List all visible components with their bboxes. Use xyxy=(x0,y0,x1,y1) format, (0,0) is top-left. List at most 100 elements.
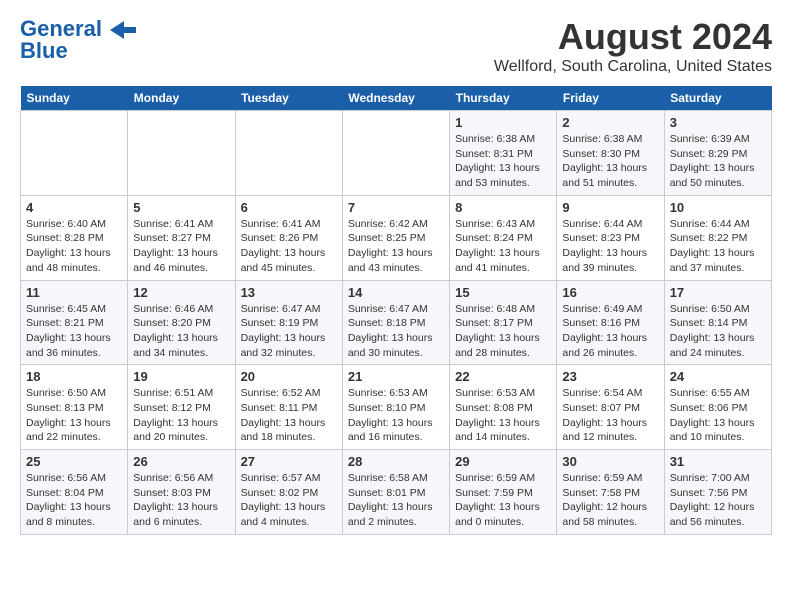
subtitle: Wellford, South Carolina, United States xyxy=(494,58,772,76)
day-info: Sunrise: 6:47 AM Sunset: 8:19 PM Dayligh… xyxy=(241,302,337,361)
day-number: 13 xyxy=(241,285,337,300)
day-number: 26 xyxy=(133,454,229,469)
header-friday: Friday xyxy=(557,86,664,111)
day-number: 7 xyxy=(348,200,444,215)
day-number: 2 xyxy=(562,115,658,130)
day-number: 12 xyxy=(133,285,229,300)
day-number: 15 xyxy=(455,285,551,300)
calendar-cell: 5 Sunrise: 6:41 AM Sunset: 8:27 PM Daylig… xyxy=(128,195,235,280)
main-title: August 2024 xyxy=(494,16,772,58)
day-info: Sunrise: 6:56 AM Sunset: 8:04 PM Dayligh… xyxy=(26,471,122,530)
calendar-cell xyxy=(342,111,449,196)
day-number: 11 xyxy=(26,285,122,300)
day-info: Sunrise: 6:48 AM Sunset: 8:17 PM Dayligh… xyxy=(455,302,551,361)
calendar-cell xyxy=(128,111,235,196)
calendar-cell: 29 Sunrise: 6:59 AM Sunset: 7:59 PM Dayli… xyxy=(450,450,557,535)
day-info: Sunrise: 6:54 AM Sunset: 8:07 PM Dayligh… xyxy=(562,386,658,445)
calendar-cell: 17Sunrise: 6:50 AM Sunset: 8:14 PM Dayli… xyxy=(664,280,771,365)
day-number: 24 xyxy=(670,369,766,384)
day-number: 23 xyxy=(562,369,658,384)
day-number: 14 xyxy=(348,285,444,300)
calendar-week-row: 18Sunrise: 6:50 AM Sunset: 8:13 PM Dayli… xyxy=(21,365,772,450)
day-info: Sunrise: 6:59 AM Sunset: 7:59 PM Dayligh… xyxy=(455,471,551,530)
calendar-week-row: 1Sunrise: 6:38 AM Sunset: 8:31 PM Daylig… xyxy=(21,111,772,196)
header-wednesday: Wednesday xyxy=(342,86,449,111)
calendar-cell: 20Sunrise: 6:52 AM Sunset: 8:11 PM Dayli… xyxy=(235,365,342,450)
day-info: Sunrise: 6:57 AM Sunset: 8:02 PM Dayligh… xyxy=(241,471,337,530)
day-info: Sunrise: 6:38 AM Sunset: 8:31 PM Dayligh… xyxy=(455,132,551,191)
day-info: Sunrise: 6:55 AM Sunset: 8:06 PM Dayligh… xyxy=(670,386,766,445)
logo-arrow-icon xyxy=(110,21,136,39)
calendar-cell: 21Sunrise: 6:53 AM Sunset: 8:10 PM Dayli… xyxy=(342,365,449,450)
day-info: Sunrise: 6:53 AM Sunset: 8:08 PM Dayligh… xyxy=(455,386,551,445)
calendar-week-row: 25Sunrise: 6:56 AM Sunset: 8:04 PM Dayli… xyxy=(21,450,772,535)
day-number: 22 xyxy=(455,369,551,384)
calendar-cell: 25Sunrise: 6:56 AM Sunset: 8:04 PM Dayli… xyxy=(21,450,128,535)
calendar-cell: 18Sunrise: 6:50 AM Sunset: 8:13 PM Dayli… xyxy=(21,365,128,450)
day-number: 4 xyxy=(26,200,122,215)
day-info: Sunrise: 6:49 AM Sunset: 8:16 PM Dayligh… xyxy=(562,302,658,361)
calendar-cell: 19 Sunrise: 6:51 AM Sunset: 8:12 PM Dayli… xyxy=(128,365,235,450)
day-info: Sunrise: 6:51 AM Sunset: 8:12 PM Dayligh… xyxy=(133,386,229,445)
day-info: Sunrise: 6:39 AM Sunset: 8:29 PM Dayligh… xyxy=(670,132,766,191)
calendar-cell: 2 Sunrise: 6:38 AM Sunset: 8:30 PM Daylig… xyxy=(557,111,664,196)
calendar-cell: 6Sunrise: 6:41 AM Sunset: 8:26 PM Daylig… xyxy=(235,195,342,280)
calendar-cell xyxy=(235,111,342,196)
calendar-cell: 9Sunrise: 6:44 AM Sunset: 8:23 PM Daylig… xyxy=(557,195,664,280)
calendar-cell: 14Sunrise: 6:47 AM Sunset: 8:18 PM Dayli… xyxy=(342,280,449,365)
day-info: Sunrise: 6:56 AM Sunset: 8:03 PM Dayligh… xyxy=(133,471,229,530)
calendar-cell: 26 Sunrise: 6:56 AM Sunset: 8:03 PM Dayli… xyxy=(128,450,235,535)
calendar-cell: 3 Sunrise: 6:39 AM Sunset: 8:29 PM Daylig… xyxy=(664,111,771,196)
day-number: 21 xyxy=(348,369,444,384)
day-number: 19 xyxy=(133,369,229,384)
calendar-cell: 28 Sunrise: 6:58 AM Sunset: 8:01 PM Dayli… xyxy=(342,450,449,535)
calendar-cell: 10Sunrise: 6:44 AM Sunset: 8:22 PM Dayli… xyxy=(664,195,771,280)
calendar-cell: 1Sunrise: 6:38 AM Sunset: 8:31 PM Daylig… xyxy=(450,111,557,196)
calendar-cell: 22 Sunrise: 6:53 AM Sunset: 8:08 PM Dayli… xyxy=(450,365,557,450)
day-number: 8 xyxy=(455,200,551,215)
day-info: Sunrise: 6:46 AM Sunset: 8:20 PM Dayligh… xyxy=(133,302,229,361)
day-info: Sunrise: 6:44 AM Sunset: 8:22 PM Dayligh… xyxy=(670,217,766,276)
calendar-cell: 30Sunrise: 6:59 AM Sunset: 7:58 PM Dayli… xyxy=(557,450,664,535)
day-info: Sunrise: 6:41 AM Sunset: 8:26 PM Dayligh… xyxy=(241,217,337,276)
logo-blue-text: Blue xyxy=(20,38,68,64)
calendar-week-row: 11 Sunrise: 6:45 AM Sunset: 8:21 PM Dayli… xyxy=(21,280,772,365)
calendar-header-row: SundayMondayTuesdayWednesdayThursdayFrid… xyxy=(21,86,772,111)
calendar-cell: 27 Sunrise: 6:57 AM Sunset: 8:02 PM Dayli… xyxy=(235,450,342,535)
day-info: Sunrise: 6:59 AM Sunset: 7:58 PM Dayligh… xyxy=(562,471,658,530)
header-monday: Monday xyxy=(128,86,235,111)
day-number: 3 xyxy=(670,115,766,130)
header-saturday: Saturday xyxy=(664,86,771,111)
calendar-cell xyxy=(21,111,128,196)
calendar-cell: 24 Sunrise: 6:55 AM Sunset: 8:06 PM Dayli… xyxy=(664,365,771,450)
header-sunday: Sunday xyxy=(21,86,128,111)
day-info: Sunrise: 6:50 AM Sunset: 8:14 PM Dayligh… xyxy=(670,302,766,361)
day-number: 31 xyxy=(670,454,766,469)
calendar-cell: 16 Sunrise: 6:49 AM Sunset: 8:16 PM Dayli… xyxy=(557,280,664,365)
header-tuesday: Tuesday xyxy=(235,86,342,111)
calendar-table: SundayMondayTuesdayWednesdayThursdayFrid… xyxy=(20,86,772,535)
day-number: 16 xyxy=(562,285,658,300)
day-number: 29 xyxy=(455,454,551,469)
day-info: Sunrise: 6:43 AM Sunset: 8:24 PM Dayligh… xyxy=(455,217,551,276)
day-number: 20 xyxy=(241,369,337,384)
day-info: Sunrise: 6:38 AM Sunset: 8:30 PM Dayligh… xyxy=(562,132,658,191)
day-info: Sunrise: 6:41 AM Sunset: 8:27 PM Dayligh… xyxy=(133,217,229,276)
calendar-cell: 7 Sunrise: 6:42 AM Sunset: 8:25 PM Daylig… xyxy=(342,195,449,280)
calendar-cell: 23 Sunrise: 6:54 AM Sunset: 8:07 PM Dayli… xyxy=(557,365,664,450)
day-number: 5 xyxy=(133,200,229,215)
logo: General Blue xyxy=(20,16,136,64)
calendar-cell: 4Sunrise: 6:40 AM Sunset: 8:28 PM Daylig… xyxy=(21,195,128,280)
day-info: Sunrise: 6:45 AM Sunset: 8:21 PM Dayligh… xyxy=(26,302,122,361)
day-info: Sunrise: 6:50 AM Sunset: 8:13 PM Dayligh… xyxy=(26,386,122,445)
header-thursday: Thursday xyxy=(450,86,557,111)
calendar-cell: 8 Sunrise: 6:43 AM Sunset: 8:24 PM Daylig… xyxy=(450,195,557,280)
day-number: 9 xyxy=(562,200,658,215)
title-block: August 2024 Wellford, South Carolina, Un… xyxy=(494,16,772,76)
day-number: 28 xyxy=(348,454,444,469)
day-number: 27 xyxy=(241,454,337,469)
calendar-week-row: 4Sunrise: 6:40 AM Sunset: 8:28 PM Daylig… xyxy=(21,195,772,280)
day-info: Sunrise: 6:42 AM Sunset: 8:25 PM Dayligh… xyxy=(348,217,444,276)
day-info: Sunrise: 6:58 AM Sunset: 8:01 PM Dayligh… xyxy=(348,471,444,530)
calendar-cell: 13 Sunrise: 6:47 AM Sunset: 8:19 PM Dayli… xyxy=(235,280,342,365)
